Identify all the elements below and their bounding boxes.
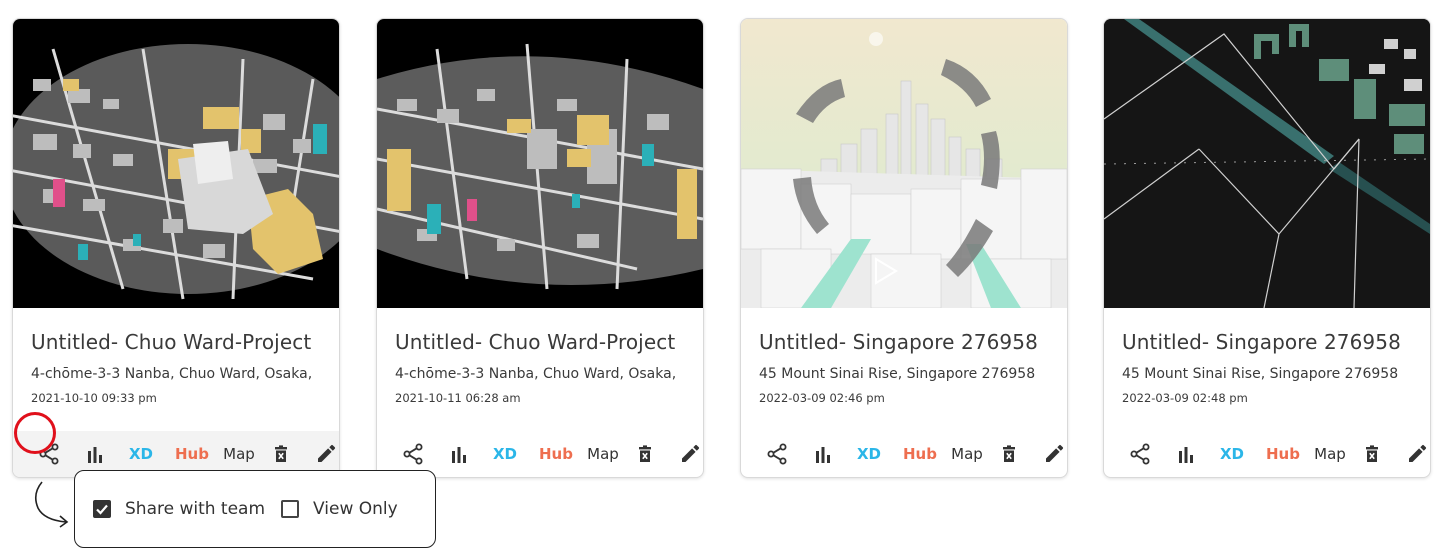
map-button[interactable]: Map — [221, 441, 257, 467]
project-card-2[interactable]: Untitled- Chuo Ward-Project 4-chōme-3-3 … — [376, 18, 704, 478]
xd-button[interactable]: XD — [127, 441, 155, 467]
share-with-team-label: Share with team — [125, 499, 266, 519]
pencil-icon[interactable] — [316, 441, 336, 467]
map-button[interactable]: Map — [949, 441, 985, 467]
hub-button[interactable]: Hub — [903, 441, 937, 467]
project-address: 45 Mount Sinai Rise, Singapore 276958 — [759, 366, 1036, 382]
project-card-3[interactable]: Untitled- Singapore 276958 45 Mount Sina… — [740, 18, 1068, 478]
project-address: 4-chōme-3-3 Nanba, Chuo Ward, Osaka, — [31, 366, 313, 382]
trash-icon[interactable] — [273, 441, 289, 467]
share-with-team-option[interactable]: Share with team — [93, 499, 265, 519]
share-icon[interactable] — [1129, 441, 1151, 467]
map-button[interactable]: Map — [585, 441, 621, 467]
project-date: 2022-03-09 02:46 pm — [759, 391, 885, 405]
bar-chart-icon[interactable] — [86, 441, 104, 467]
card-toolbar: XD Hub Map — [1104, 431, 1430, 477]
pencil-icon[interactable] — [1407, 441, 1427, 467]
hub-button[interactable]: Hub — [175, 441, 209, 467]
project-title[interactable]: Untitled- Singapore 276958 — [1122, 330, 1422, 354]
hub-button[interactable]: Hub — [1266, 441, 1300, 467]
project-title[interactable]: Untitled- Chuo Ward-Project — [31, 330, 331, 354]
hub-button[interactable]: Hub — [539, 441, 573, 467]
project-thumbnail-2[interactable] — [377, 19, 703, 308]
bar-chart-icon[interactable] — [450, 441, 468, 467]
singapore-city-model-image — [741, 19, 1067, 308]
project-address: 45 Mount Sinai Rise, Singapore 276958 — [1122, 366, 1399, 382]
xd-button[interactable]: XD — [1218, 441, 1246, 467]
share-options-popup: Share with team View Only — [74, 470, 436, 548]
share-icon[interactable] — [38, 441, 60, 467]
xd-button[interactable]: XD — [855, 441, 883, 467]
curved-arrow-icon — [34, 481, 69, 528]
share-icon[interactable] — [766, 441, 788, 467]
project-card-4[interactable]: Untitled- Singapore 276958 45 Mount Sina… — [1103, 18, 1431, 478]
view-only-checkbox[interactable] — [281, 500, 299, 518]
view-only-option[interactable]: View Only — [281, 499, 398, 519]
trash-icon[interactable] — [1364, 441, 1380, 467]
bar-chart-icon[interactable] — [1177, 441, 1195, 467]
project-thumbnail-4[interactable] — [1104, 19, 1430, 308]
project-title[interactable]: Untitled- Singapore 276958 — [759, 330, 1059, 354]
pencil-icon[interactable] — [1044, 441, 1064, 467]
share-with-team-checkbox[interactable] — [93, 500, 111, 518]
project-thumbnail-3[interactable] — [741, 19, 1067, 308]
project-address: 4-chōme-3-3 Nanba, Chuo Ward, Osaka, — [395, 366, 677, 382]
xd-button[interactable]: XD — [491, 441, 519, 467]
osaka-city-model-image — [377, 19, 703, 308]
card-toolbar: XD Hub Map — [741, 431, 1067, 477]
bar-chart-icon[interactable] — [814, 441, 832, 467]
project-card-1[interactable]: Untitled- Chuo Ward-Project 4-chōme-3-3 … — [12, 18, 340, 478]
project-title[interactable]: Untitled- Chuo Ward-Project — [395, 330, 695, 354]
singapore-site-map-image — [1104, 19, 1430, 308]
share-icon[interactable] — [402, 441, 424, 467]
map-button[interactable]: Map — [1312, 441, 1348, 467]
view-only-label: View Only — [313, 499, 398, 519]
project-date: 2021-10-10 09:33 pm — [31, 391, 157, 405]
trash-icon[interactable] — [637, 441, 653, 467]
project-date: 2022-03-09 02:48 pm — [1122, 391, 1248, 405]
project-thumbnail-1[interactable] — [13, 19, 339, 308]
trash-icon[interactable] — [1001, 441, 1017, 467]
osaka-city-model-image — [13, 19, 339, 308]
checkmark-icon — [96, 504, 108, 515]
pencil-icon[interactable] — [680, 441, 700, 467]
project-date: 2021-10-11 06:28 am — [395, 391, 521, 405]
